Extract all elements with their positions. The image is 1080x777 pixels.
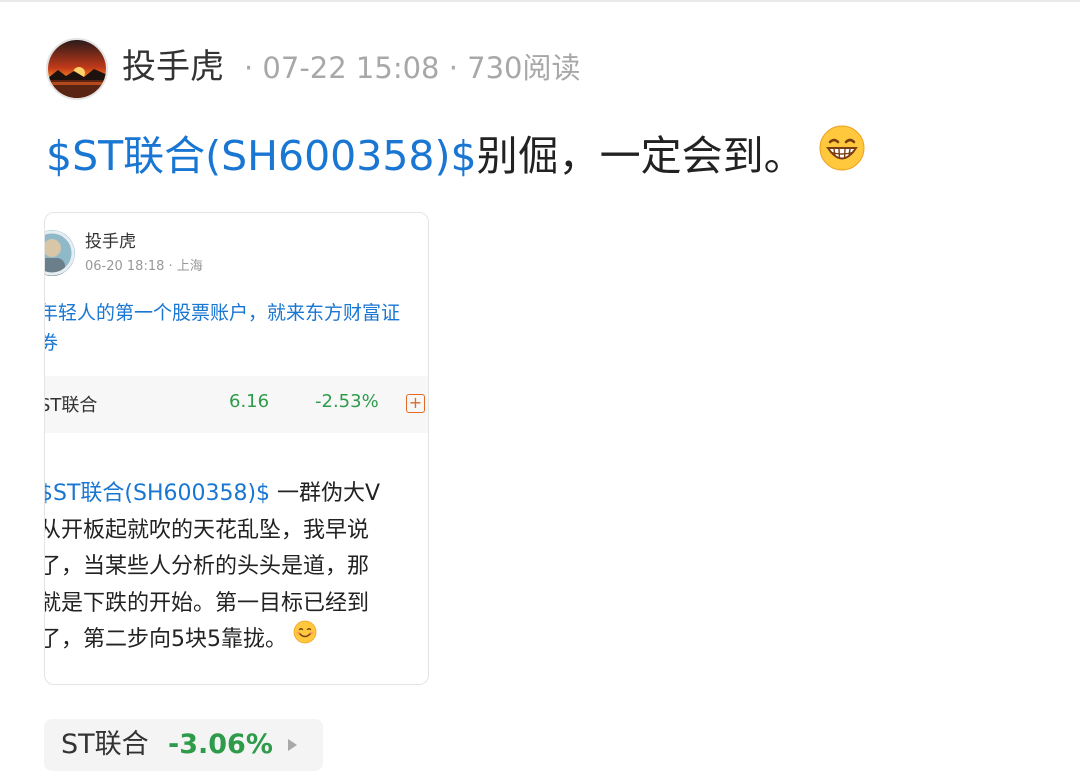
- post-meta: · 07-22 15:08 · 730阅读: [244, 51, 581, 85]
- stock-chip[interactable]: ST联合 -3.06%: [44, 719, 323, 771]
- quoted-meta: 06-20 18:18 · 上海: [85, 259, 203, 274]
- quoted-body-line-1: 一群伪大V: [270, 481, 381, 506]
- sunset-avatar-image: [48, 40, 106, 98]
- chip-stock-change: -3.06%: [168, 729, 273, 760]
- quoted-body-line-5-wrap: 了，第二步向5块5靠拢。: [44, 620, 380, 659]
- grinning-face-icon: [819, 125, 865, 185]
- quoted-body: $ST联合(SH600358)$ 一群伪大V 从开板起就吹的天花乱坠，我早说 了…: [44, 476, 381, 659]
- author-avatar[interactable]: [46, 38, 108, 100]
- quoted-body-line-4: 就是下跌的开始。第一目标已经到: [44, 590, 370, 616]
- quoted-stock-price: 6.16: [229, 391, 270, 412]
- quoted-ad-line-2: 券: [45, 329, 58, 357]
- quoted-body-line-3: 了，当某些人分析的头头是道，那: [44, 554, 370, 579]
- quoted-ad-line-1: 年轻人的第一个股票账户，就来东方财富证: [44, 302, 401, 324]
- quoted-author-name: 投手虎: [85, 232, 136, 252]
- quoted-body-line: $ST联合(SH600358)$ 一群伪大V: [44, 476, 381, 513]
- quoted-author-avatar: [45, 230, 75, 276]
- plus-box-icon: +: [406, 394, 425, 413]
- quoted-stock-link: $ST联合(SH600358)$: [44, 481, 271, 506]
- post-text: $ST联合(SH600358)$别倔，一定会到。: [46, 125, 865, 185]
- quoted-stock-change: -2.53%: [315, 391, 379, 412]
- quoted-stock-name: ST联合: [44, 395, 98, 416]
- quoted-stock-row: ST联合 6.16 -2.53% +: [44, 376, 428, 433]
- chip-stock-name: ST联合: [61, 729, 149, 760]
- post-stock-link[interactable]: $ST联合(SH600358)$: [46, 132, 477, 180]
- smile-icon: [293, 620, 317, 657]
- quoted-image-card[interactable]: 投手虎 06-20 18:18 · 上海 年轻人的第一个股票账户，就来东方财富证…: [44, 212, 429, 685]
- quoted-body-line-5: 了，第二步向5块5靠拢。: [44, 627, 287, 652]
- post-body-text: 别倔，一定会到。: [476, 132, 805, 180]
- top-divider: [0, 0, 1080, 2]
- chevron-right-icon: [288, 739, 297, 751]
- author-name[interactable]: 投手虎: [122, 44, 224, 90]
- quoted-body-line-2: 从开板起就吹的天花乱坠，我早说: [44, 517, 370, 543]
